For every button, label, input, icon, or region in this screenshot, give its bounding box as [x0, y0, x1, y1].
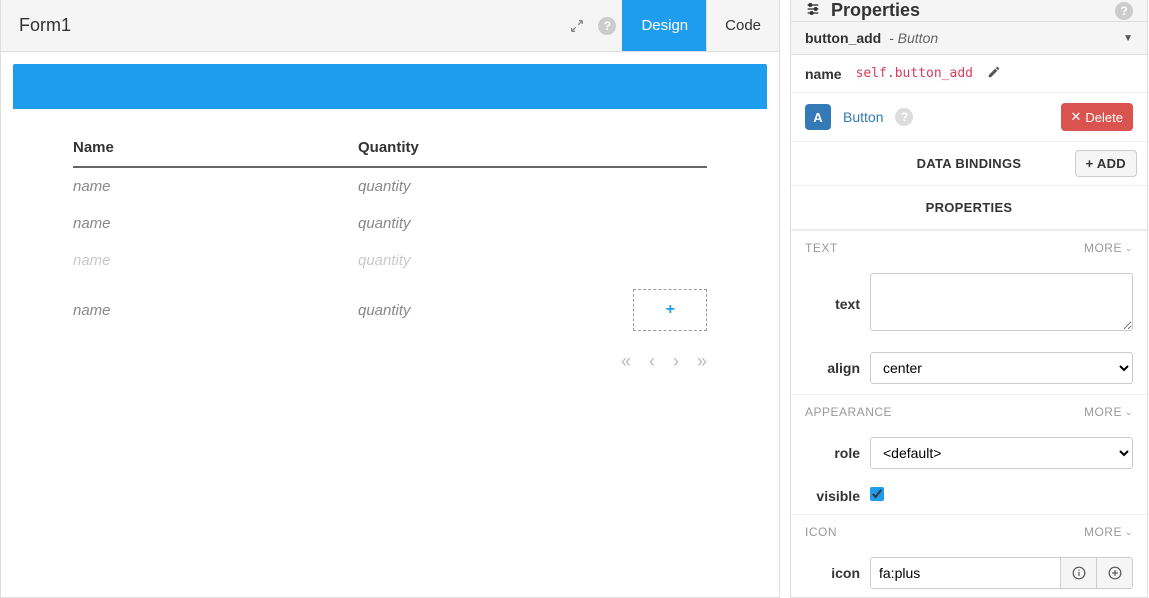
- cell-quantity-wrap: quantity +: [358, 289, 707, 331]
- pager-first-icon[interactable]: «: [621, 351, 631, 372]
- self-reference[interactable]: self.button_add: [856, 66, 973, 81]
- properties-title: Properties: [831, 0, 920, 21]
- pager-next-icon[interactable]: ›: [673, 351, 679, 372]
- name-label: name: [805, 66, 842, 82]
- prop-label: text: [805, 296, 860, 312]
- text-input[interactable]: [870, 273, 1133, 331]
- form-header-banner[interactable]: [13, 64, 767, 109]
- add-binding-button[interactable]: + ADD: [1075, 150, 1137, 177]
- more-toggle[interactable]: MORE ⌄: [1084, 525, 1133, 539]
- component-selector[interactable]: button_add - Button ▼: [791, 22, 1147, 55]
- data-grid: Name Quantity name quantity name quantit…: [73, 129, 707, 372]
- table-row[interactable]: name quantity +: [73, 279, 707, 341]
- visible-checkbox[interactable]: [870, 487, 884, 501]
- group-icon-header: ICON MORE ⌄: [791, 514, 1147, 549]
- component-row: A Button ? ✕ Delete: [791, 93, 1147, 142]
- component-type-link[interactable]: Button: [843, 109, 883, 125]
- properties-section: PROPERTIES: [791, 186, 1147, 230]
- group-label: APPEARANCE: [805, 405, 892, 419]
- icon-add-button[interactable]: [1097, 557, 1133, 589]
- panel-gutter: [780, 0, 790, 598]
- tab-design[interactable]: Design: [622, 0, 706, 51]
- prop-label: icon: [805, 565, 860, 581]
- chevron-down-icon: ⌄: [1125, 243, 1133, 254]
- selected-component-type: - Button: [885, 30, 938, 46]
- prop-text-row: text: [791, 265, 1147, 344]
- table-row[interactable]: name quantity: [73, 242, 707, 279]
- prop-visible-row: visible: [791, 479, 1147, 514]
- data-bindings-section: DATA BINDINGS + ADD: [791, 142, 1147, 186]
- chevron-down-icon: ⌄: [1125, 407, 1133, 418]
- name-row: name self.button_add: [791, 55, 1147, 93]
- chevron-down-icon: ▼: [1123, 33, 1133, 44]
- help-icon[interactable]: ?: [1115, 2, 1133, 20]
- table-row[interactable]: name quantity: [73, 168, 707, 205]
- prop-label: visible: [805, 488, 860, 504]
- sliders-icon: [805, 1, 821, 20]
- section-label: DATA BINDINGS: [917, 156, 1022, 171]
- expand-icon[interactable]: [562, 0, 592, 51]
- design-canvas[interactable]: Name Quantity name quantity name quantit…: [1, 52, 779, 597]
- cell-quantity: quantity: [358, 215, 707, 232]
- header-actions: ? Design Code: [562, 0, 779, 51]
- chevron-down-icon: ⌄: [1125, 527, 1133, 538]
- col-header-name: Name: [73, 139, 358, 156]
- align-select[interactable]: center: [870, 352, 1133, 384]
- table-header-row: Name Quantity: [73, 129, 707, 168]
- properties-header: Properties ?: [791, 0, 1147, 22]
- prop-role-row: role <default>: [791, 429, 1147, 479]
- form-title: Form1: [1, 15, 89, 36]
- group-text-header: TEXT MORE ⌄: [791, 230, 1147, 265]
- prop-label: role: [805, 445, 860, 461]
- help-icon[interactable]: ?: [895, 108, 913, 126]
- component-badge: A: [805, 104, 831, 130]
- pager-prev-icon[interactable]: ‹: [649, 351, 655, 372]
- delete-label: Delete: [1085, 110, 1123, 125]
- pager-last-icon[interactable]: »: [697, 351, 707, 372]
- cell-name: name: [73, 215, 358, 232]
- plus-icon: +: [665, 301, 674, 319]
- more-toggle[interactable]: MORE ⌄: [1084, 241, 1133, 255]
- design-panel: Form1 ? Design Code Name Quantity name q…: [0, 0, 780, 598]
- icon-info-button[interactable]: [1061, 557, 1097, 589]
- design-header: Form1 ? Design Code: [1, 0, 779, 52]
- cell-name: name: [73, 302, 358, 319]
- prop-label: align: [805, 360, 860, 376]
- delete-button[interactable]: ✕ Delete: [1061, 103, 1133, 131]
- table-row[interactable]: name quantity: [73, 205, 707, 242]
- cell-name: name: [73, 252, 358, 269]
- cell-quantity: quantity: [358, 252, 707, 269]
- close-icon: ✕: [1071, 109, 1082, 125]
- col-header-quantity: Quantity: [358, 139, 707, 156]
- group-label: ICON: [805, 525, 837, 539]
- role-select[interactable]: <default>: [870, 437, 1133, 469]
- prop-align-row: align center: [791, 344, 1147, 394]
- section-label: PROPERTIES: [926, 200, 1013, 215]
- tab-code[interactable]: Code: [706, 0, 779, 51]
- prop-icon-row: icon: [791, 549, 1147, 598]
- selected-component-name: button_add: [805, 30, 881, 46]
- cell-quantity: quantity: [358, 178, 707, 195]
- cell-name: name: [73, 178, 358, 195]
- add-button-selected[interactable]: +: [633, 289, 707, 331]
- properties-panel: Properties ? button_add - Button ▼ name …: [790, 0, 1148, 598]
- icon-input[interactable]: [870, 557, 1061, 589]
- edit-icon[interactable]: [987, 65, 1001, 82]
- help-icon[interactable]: ?: [592, 0, 622, 51]
- group-label: TEXT: [805, 241, 838, 255]
- pagination: « ‹ › »: [73, 341, 707, 372]
- more-toggle[interactable]: MORE ⌄: [1084, 405, 1133, 419]
- group-appearance-header: APPEARANCE MORE ⌄: [791, 394, 1147, 429]
- cell-quantity: quantity: [358, 302, 411, 319]
